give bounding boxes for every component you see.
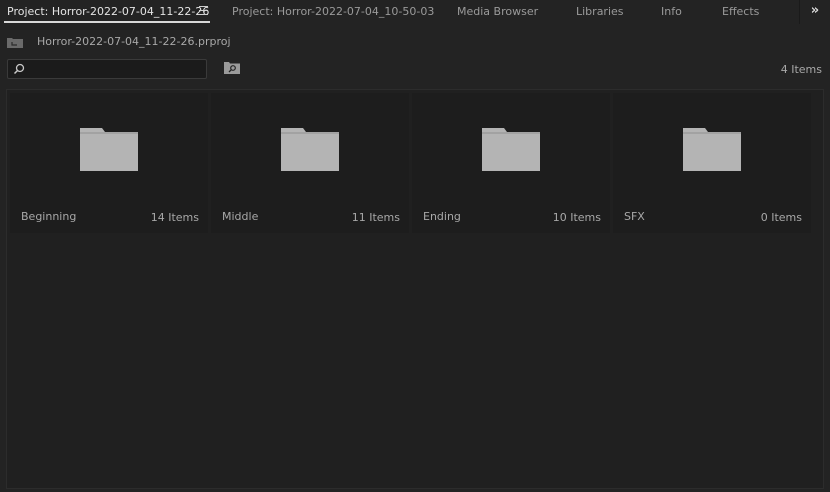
folder-icon — [281, 128, 339, 171]
bin-tile-middle[interactable]: Middle 11 Items — [211, 93, 409, 233]
folder-icon — [683, 128, 741, 171]
panel-menu-icon[interactable] — [199, 6, 208, 15]
item-count: 4 Items — [780, 63, 822, 76]
tab-info[interactable]: Info — [661, 0, 682, 24]
active-tab-indicator — [4, 21, 210, 23]
bin-item-count: 10 Items — [552, 211, 601, 224]
panel-tab-bar: Project: Horror-2022-07-04_11-22-26 Proj… — [0, 0, 830, 24]
bin-tile-beginning[interactable]: Beginning 14 Items — [10, 93, 208, 233]
bin-name: Middle — [222, 210, 259, 223]
folder-icon — [482, 128, 540, 171]
tab-project-secondary[interactable]: Project: Horror-2022-07-04_10-50-03 — [232, 0, 434, 24]
search-icon — [13, 63, 25, 75]
project-path-row: Horror-2022-07-04_11-22-26.prproj — [0, 32, 830, 52]
find-bin-icon[interactable] — [224, 61, 240, 74]
bin-name: Beginning — [21, 210, 77, 223]
bin-item-count: 11 Items — [351, 211, 400, 224]
bin-name: Ending — [423, 210, 461, 223]
project-path: Horror-2022-07-04_11-22-26.prproj — [37, 35, 231, 48]
bin-grid: Beginning 14 Items Middle 11 Items Endin… — [6, 89, 824, 489]
tab-overflow-button[interactable]: » — [799, 0, 830, 24]
tab-libraries[interactable]: Libraries — [576, 0, 624, 24]
bin-tile-sfx[interactable]: SFX 0 Items — [613, 93, 811, 233]
bin-item-count: 0 Items — [760, 211, 802, 224]
project-file-icon — [7, 38, 23, 48]
search-input[interactable] — [7, 59, 207, 79]
bin-item-count: 14 Items — [150, 211, 199, 224]
bin-name: SFX — [624, 210, 645, 223]
bin-tile-ending[interactable]: Ending 10 Items — [412, 93, 610, 233]
tab-media-browser[interactable]: Media Browser — [457, 0, 538, 24]
tab-effects[interactable]: Effects — [722, 0, 759, 24]
folder-icon — [80, 128, 138, 171]
